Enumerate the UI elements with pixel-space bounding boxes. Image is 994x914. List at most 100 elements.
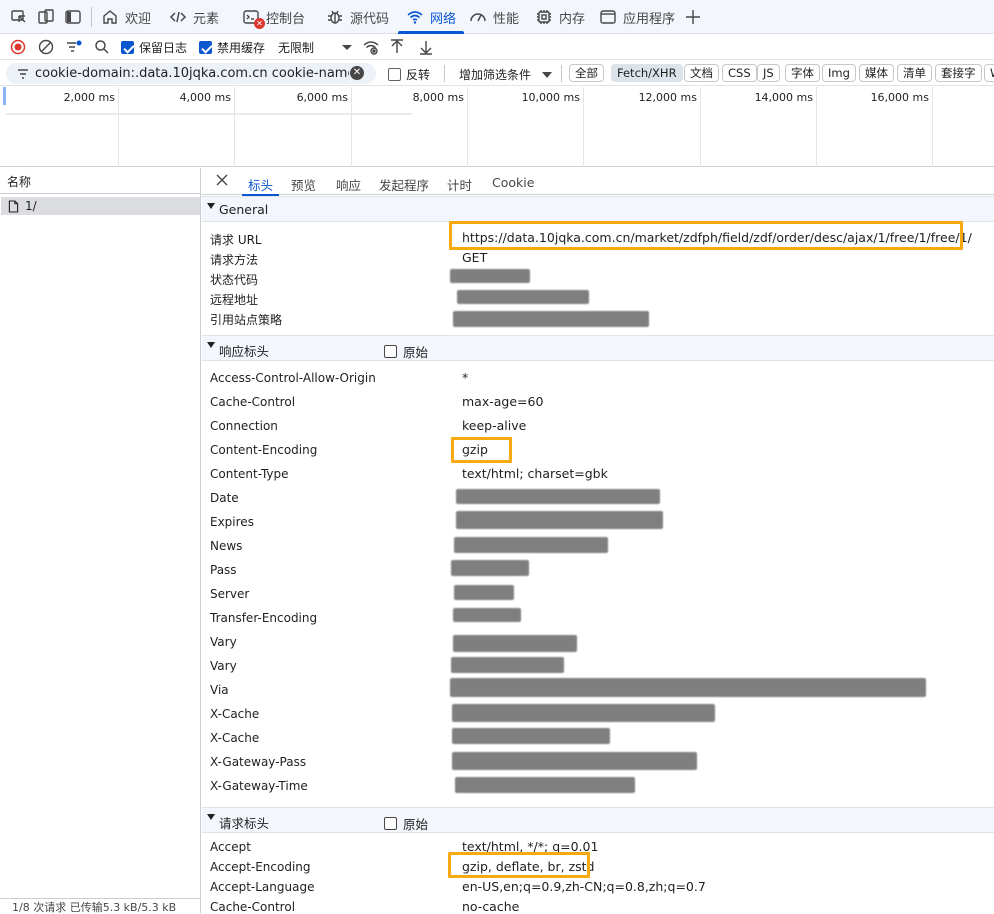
export-har-icon[interactable] <box>417 38 435 56</box>
disable-cache-checkbox[interactable]: 禁用缓存 <box>199 39 265 56</box>
redacted-value <box>450 269 530 283</box>
inspect-element-icon[interactable] <box>10 8 28 26</box>
type-filter-manifest[interactable]: 清单 <box>897 64 932 82</box>
tab-elements[interactable]: 元素 <box>169 0 219 34</box>
header-name: X-Gateway-Pass <box>210 755 307 769</box>
request-method-value: GET <box>462 250 488 265</box>
dock-side-icon[interactable] <box>64 8 82 26</box>
type-filter-wasm[interactable]: W <box>984 64 994 82</box>
more-filters-dropdown[interactable]: 增加筛选条件 <box>459 66 553 83</box>
devtools-tab-strip: 欢迎 元素 ✕ 控制台 源代码 网络 性能 内存 应用程序 <box>0 0 994 34</box>
type-filter-socket[interactable]: 套接字 <box>935 64 982 82</box>
tab-headers[interactable]: 标头 <box>241 175 280 196</box>
tab-label: 网络 <box>430 11 457 27</box>
tick-label: 4,000 ms <box>179 91 231 104</box>
type-filter-media[interactable]: 媒体 <box>859 64 894 82</box>
tick-label: 2,000 ms <box>63 91 115 104</box>
tick-line <box>234 87 235 167</box>
error-badge: ✕ <box>254 18 265 29</box>
type-filter-css[interactable]: CSS <box>722 64 757 82</box>
header-name: X-Gateway-Time <box>210 779 308 793</box>
network-conditions-icon[interactable] <box>362 38 380 56</box>
close-icon[interactable] <box>215 173 229 187</box>
type-filter-font[interactable]: 字体 <box>785 64 820 82</box>
header-name: Cache-Control <box>210 395 296 409</box>
request-row[interactable]: 1/ <box>1 197 200 215</box>
request-headers-section-header[interactable]: 请求标头 原始 <box>202 807 994 833</box>
checkbox-label: 原始 <box>403 817 429 832</box>
chevron-down-icon[interactable] <box>338 38 356 56</box>
response-headers-section-header[interactable]: 响应标头 原始 <box>202 335 994 361</box>
checkbox-box[interactable] <box>384 345 397 358</box>
tick-label: 8,000 ms <box>412 91 464 104</box>
tab-label: 性能 <box>493 11 520 27</box>
tab-network[interactable]: 网络 <box>397 0 465 34</box>
invert-checkbox[interactable]: 反转 <box>388 66 430 83</box>
device-toolbar-icon[interactable] <box>37 8 55 26</box>
stop-recording-icon[interactable] <box>9 38 27 56</box>
memory-icon <box>535 8 553 26</box>
header-value: * <box>462 370 469 385</box>
redacted-value <box>457 290 589 304</box>
header-name: Accept-Language <box>210 880 315 894</box>
collapse-arrow-icon <box>207 342 215 348</box>
name-column-header[interactable]: 名称 <box>0 168 200 194</box>
referrer-policy-label: 引用站点策略 <box>210 313 283 327</box>
tab-response[interactable]: 响应 <box>336 175 361 194</box>
tab-memory[interactable]: 内存 <box>535 0 585 34</box>
raw-headers-checkbox[interactable]: 原始 <box>384 342 428 361</box>
redacted-value <box>453 635 577 652</box>
checkbox-label: 保留日志 <box>139 41 188 55</box>
tab-console[interactable]: ✕ 控制台 <box>242 0 305 34</box>
more-tabs-plus-icon[interactable] <box>684 8 702 26</box>
checkbox-box[interactable] <box>388 68 401 81</box>
filter-settings-icon[interactable] <box>65 38 83 56</box>
section-title: 请求标头 <box>219 816 270 831</box>
tab-preview[interactable]: 预览 <box>291 175 316 194</box>
tab-initiator[interactable]: 发起程序 <box>379 175 429 194</box>
throttling-select[interactable]: 无限制 <box>278 39 314 56</box>
tab-performance[interactable]: 性能 <box>469 0 519 34</box>
tick-label: 10,000 ms <box>521 91 580 104</box>
import-har-icon[interactable] <box>388 38 406 56</box>
clear-icon[interactable] <box>37 38 55 56</box>
timeline-handle[interactable] <box>3 87 6 105</box>
highlight-box <box>449 221 963 250</box>
general-section-header[interactable]: General <box>202 196 994 222</box>
request-url-label: 请求 URL <box>210 233 262 247</box>
divider <box>561 65 562 82</box>
tick-label: 6,000 ms <box>296 91 348 104</box>
checkbox-box[interactable] <box>121 41 134 54</box>
throttling-label: 无限制 <box>278 41 315 55</box>
search-icon[interactable] <box>93 38 111 56</box>
tab-sources[interactable]: 源代码 <box>326 0 389 34</box>
tab-timing[interactable]: 计时 <box>447 175 472 194</box>
header-name: Connection <box>210 419 278 433</box>
header-name: Content-Type <box>210 467 289 481</box>
type-filter-js[interactable]: JS <box>757 64 780 82</box>
document-icon <box>8 199 19 213</box>
tab-welcome[interactable]: 欢迎 <box>101 0 151 34</box>
wifi-icon <box>406 8 424 26</box>
redacted-value <box>454 537 608 553</box>
tab-cookies[interactable]: Cookie <box>492 175 534 190</box>
checkbox-box[interactable] <box>384 817 397 830</box>
filter-input[interactable]: cookie-domain:.data.10jqka.com.cn cookie… <box>6 63 376 84</box>
header-value: en-US,en;q=0.9,zh-CN;q=0.8,zh;q=0.7 <box>462 879 706 894</box>
type-filter-doc[interactable]: 文档 <box>684 64 719 82</box>
timeline-overview[interactable]: 2,000 ms 4,000 ms 6,000 ms 8,000 ms 10,0… <box>0 87 994 167</box>
checkbox-box[interactable] <box>199 41 212 54</box>
tab-application[interactable]: 应用程序 <box>599 0 675 34</box>
tick-label: 14,000 ms <box>754 91 813 104</box>
tick-line <box>583 87 584 167</box>
type-filter-img[interactable]: Img <box>822 64 856 82</box>
clear-filter-icon[interactable]: ✕ <box>350 66 364 80</box>
redacted-value <box>456 511 663 529</box>
network-toolbar: 保留日志 禁用缓存 无限制 <box>0 34 994 60</box>
type-filter-fetch-xhr[interactable]: Fetch/XHR <box>611 64 683 82</box>
header-name: Server <box>210 587 250 601</box>
checkbox-label: 原始 <box>403 345 429 360</box>
raw-headers-checkbox[interactable]: 原始 <box>384 814 428 833</box>
type-filter-all[interactable]: 全部 <box>569 64 604 82</box>
preserve-log-checkbox[interactable]: 保留日志 <box>121 39 187 56</box>
